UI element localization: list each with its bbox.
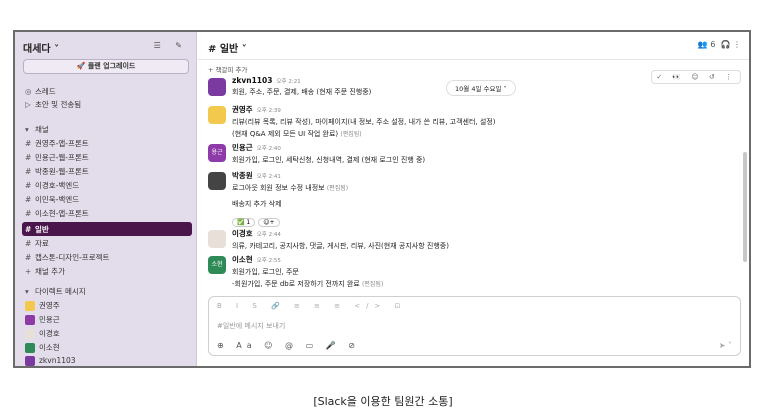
dm-item[interactable]: 이경호 xyxy=(25,328,60,339)
avatar[interactable]: 용근 xyxy=(208,144,226,162)
avatar xyxy=(25,315,35,325)
avatar xyxy=(25,301,35,311)
sidebar-channel[interactable]: # 자료 xyxy=(25,238,49,249)
message-composer[interactable]: B I S 🔗 ≡ ≡ ≡ </> ⊡ #일반에 메시지 보내기 ⊕ Aa ☺ … xyxy=(208,296,741,356)
avatar[interactable]: 소현 xyxy=(208,256,226,274)
slack-window: 대세다 ˅ ☰ ✎ 🚀 플랜 업그레이드 ◎ 스레드 ▷ 초안 및 전송됨 ▾ 채널 … xyxy=(13,30,751,368)
message-input[interactable]: #일반에 메시지 보내기 xyxy=(217,321,285,331)
add-channel-button[interactable]: + 채널 추가 xyxy=(25,266,65,277)
message: 이경호 오후 2:44 의류, 카테고리, 공지사항, 댓글, 게시판, 리뷰, … xyxy=(208,228,741,251)
sidebar-header-icons[interactable]: ☰ ✎ xyxy=(154,41,188,50)
sidebar-item-threads[interactable]: ◎ 스레드 xyxy=(25,86,56,97)
sidebar-channel-active[interactable]: # 일반 xyxy=(25,224,49,235)
add-reaction-icon[interactable]: ☺+ xyxy=(258,218,280,227)
dm-item[interactable]: 권영주 xyxy=(25,300,60,311)
sidebar: 대세다 ˅ ☰ ✎ 🚀 플랜 업그레이드 ◎ 스레드 ▷ 초안 및 전송됨 ▾ 채널 … xyxy=(15,32,197,366)
dm-header[interactable]: ▾ 다이렉트 메시지 xyxy=(25,286,86,297)
send-icon: ▷ xyxy=(25,100,31,109)
scrollbar[interactable] xyxy=(743,152,747,262)
sidebar-channel[interactable]: # 이경호-백엔드 xyxy=(25,180,79,191)
avatar[interactable] xyxy=(208,106,226,124)
sidebar-item-drafts[interactable]: ▷ 초안 및 전송됨 xyxy=(25,99,81,110)
channel-header: # 일반 ˅ 👥 6 🎧 ⋮ xyxy=(198,32,749,60)
avatar xyxy=(25,356,35,366)
avatar[interactable] xyxy=(208,78,226,96)
sidebar-channel[interactable]: # 캡스톤-디자인-프로젝트 xyxy=(25,252,109,263)
workspace-name[interactable]: 대세다 ˅ xyxy=(23,40,59,55)
header-controls[interactable]: 👥 6 🎧 ⋮ xyxy=(698,40,741,49)
avatar xyxy=(25,343,35,353)
message: 소현 이소현 오후 2:55 회원가입, 로그인, 주문 -회원가입, 주문 db… xyxy=(208,254,741,289)
channel-title[interactable]: # 일반 ˅ xyxy=(208,40,247,55)
thread-icon: ◎ xyxy=(25,87,32,96)
sidebar-channel[interactable]: # 박종원-웹-프론트 xyxy=(25,166,89,177)
sidebar-channel[interactable]: # 이민욱-백엔드 xyxy=(25,194,79,205)
avatar[interactable] xyxy=(208,172,226,190)
figure-caption: [Slack을 이용한 팀원간 소통] xyxy=(313,395,453,408)
formatting-toolbar[interactable]: B I S 🔗 ≡ ≡ ≡ </> ⊡ xyxy=(217,302,406,310)
message: 용근 민용근 오후 2:40 회원가입, 로그인, 세탁신청, 신청내역, 결제 … xyxy=(208,142,741,165)
send-button[interactable]: ➤ ˅ xyxy=(719,341,732,350)
channels-header[interactable]: ▾ 채널 xyxy=(25,124,49,135)
sidebar-channel[interactable]: # 민용근-웹-프론트 xyxy=(25,152,89,163)
dm-item[interactable]: 이소현 xyxy=(25,342,60,353)
bookmark-button[interactable]: + 책갈피 추가 xyxy=(208,64,247,74)
message: zkvn1103 오후 2:21 회원, 주소, 주문, 결제, 배송 (현재 주… xyxy=(208,76,741,97)
avatar xyxy=(25,329,35,339)
dm-item[interactable]: zkvn1103 xyxy=(25,356,76,366)
channel-view: # 일반 ˅ 👥 6 🎧 ⋮ + 책갈피 추가 ✓ 👀 ☺ ↺ ⋮ 10월 4일… xyxy=(198,32,749,366)
sidebar-channel[interactable]: # 권영주-앱-프론트 xyxy=(25,138,89,149)
avatar[interactable] xyxy=(208,230,226,248)
upgrade-button[interactable]: 🚀 플랜 업그레이드 xyxy=(23,59,189,74)
message: 권영주 오후 2:39 리뷰(리뷰 목록, 리뷰 작성), 마이페이지(내 정보,… xyxy=(208,104,741,139)
message: 박종원 오후 2:41 로그아웃 회원 정보 수정 내정보 (편집됨) 배송지 추… xyxy=(208,170,741,228)
composer-tools[interactable]: ⊕ Aa ☺ @ ▭ 🎤 ⊘ xyxy=(217,341,360,350)
dm-item[interactable]: 민용근 xyxy=(25,314,60,325)
reaction[interactable]: ✅ 1 xyxy=(232,218,256,227)
sidebar-channel[interactable]: # 이소현-앱-프론트 xyxy=(25,208,89,219)
